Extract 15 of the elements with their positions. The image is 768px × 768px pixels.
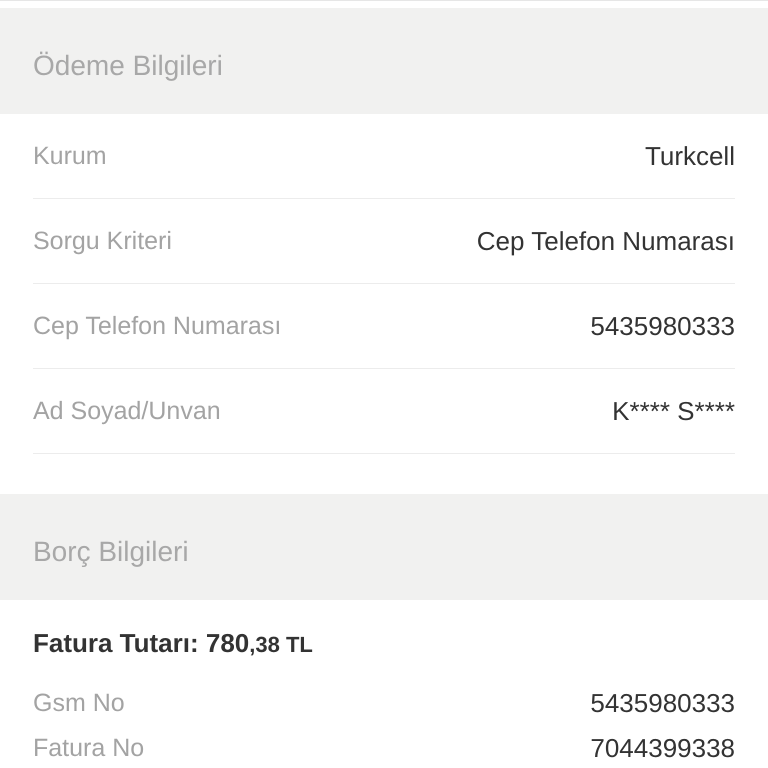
field-value: K**** S**** [612, 396, 735, 426]
section-title: Borç Bilgileri [33, 536, 189, 568]
field-value: 5435980333 [590, 310, 735, 342]
field-label: Ad Soyad/Unvan [33, 396, 221, 426]
field-value: 5435980333 [590, 688, 735, 719]
field-label: Kurum [33, 142, 107, 170]
field-label: Fatura No [33, 734, 144, 763]
field-value: Cep Telefon Numarası [476, 226, 735, 256]
invoice-total: Fatura Tutarı: 780,38 TL [32, 627, 314, 660]
field-label: Gsm No [33, 689, 125, 718]
field-value: 7044399338 [590, 733, 735, 764]
field-label: Sorgu Kriteri [33, 226, 172, 256]
section-title: Ödeme Bilgileri [33, 50, 223, 82]
field-label: Cep Telefon Numarası [33, 312, 282, 340]
field-value: Turkcell [644, 140, 735, 172]
